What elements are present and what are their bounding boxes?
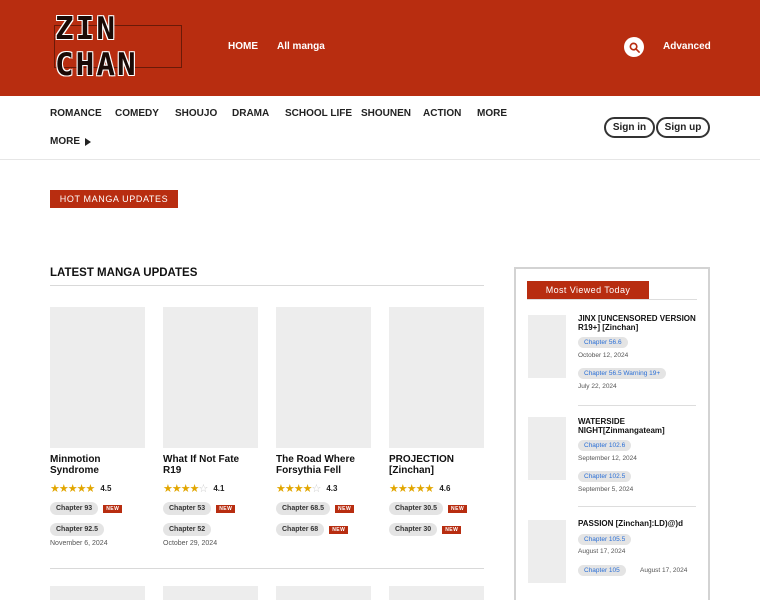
most-viewed-chapter-link[interactable]: Chapter 102.6	[578, 440, 632, 451]
manga-title-link[interactable]: PROJECTION [Zinchan]	[389, 454, 484, 476]
nav-home-link[interactable]: HOME	[228, 41, 258, 52]
manga-card: What If Not Fate R19 ★★★★☆ 4.1 Chapter 53…	[163, 307, 258, 547]
most-viewed-date: August 17, 2024	[640, 567, 688, 574]
new-badge: NEW	[448, 504, 468, 513]
most-viewed-date: July 22, 2024	[578, 383, 617, 390]
new-badge: NEW	[216, 504, 236, 513]
genre-more[interactable]: MORE	[477, 108, 507, 119]
most-viewed-separator	[578, 405, 696, 406]
new-badge: NEW	[329, 525, 349, 534]
genre-shoujo[interactable]: SHOUJO	[175, 108, 217, 119]
star-rating-icon: ★★★★★	[389, 482, 434, 495]
genre-school-life[interactable]: SCHOOL LIFE	[285, 108, 352, 119]
genre-comedy[interactable]: COMEDY	[115, 108, 159, 119]
chapter-link[interactable]: Chapter 68.5	[276, 502, 331, 515]
logo-text: ZIN CHAN	[55, 10, 138, 83]
most-viewed-chapter-link[interactable]: Chapter 56.6	[578, 337, 628, 348]
latest-bottom-divider	[50, 568, 484, 569]
most-viewed-chapter-link[interactable]: Chapter 105	[578, 565, 626, 576]
manga-thumbnail[interactable]	[163, 586, 258, 600]
sign-up-button[interactable]: Sign up	[656, 117, 710, 138]
most-viewed-date: September 12, 2024	[578, 455, 637, 462]
nav-all-manga-link[interactable]: All manga	[277, 41, 325, 52]
most-viewed-chapter-link[interactable]: Chapter 105.5	[578, 534, 632, 545]
most-viewed-date: August 17, 2024	[578, 548, 626, 555]
latest-updates-title: LATEST MANGA UPDATES	[50, 267, 198, 279]
most-viewed-title-link[interactable]: PASSION [Zinchan]:LD)@)d	[578, 519, 696, 528]
most-viewed-title-link[interactable]: JINX [UNCENSORED VERSION R19+] [Zinchan]	[578, 314, 696, 332]
manga-title-link[interactable]: What If Not Fate R19	[163, 454, 258, 476]
manga-title-link[interactable]: The Road Where Forsythia Fell	[276, 454, 371, 476]
search-icon	[629, 42, 640, 53]
update-date: October 29, 2024	[163, 540, 218, 547]
nav-divider	[0, 159, 760, 160]
chapter-link[interactable]: Chapter 53	[163, 502, 212, 515]
manga-thumbnail[interactable]	[163, 307, 258, 448]
chapter-link[interactable]: Chapter 30.5	[389, 502, 444, 515]
search-button[interactable]	[624, 37, 644, 57]
manga-card: PROJECTION [Zinchan] ★★★★★ 4.6 Chapter 30…	[389, 307, 484, 536]
manga-thumbnail[interactable]	[50, 307, 145, 448]
most-viewed-thumbnail[interactable]	[528, 315, 566, 378]
update-date: November 6, 2024	[50, 540, 108, 547]
genre-romance[interactable]: ROMANCE	[50, 108, 102, 119]
sign-in-button[interactable]: Sign in	[604, 117, 655, 138]
chapter-link[interactable]: Chapter 92.5	[50, 523, 105, 536]
manga-thumbnail[interactable]	[389, 586, 484, 600]
manga-card: The Road Where Forsythia Fell ★★★★☆ 4.3 C…	[276, 307, 371, 536]
chapter-link[interactable]: Chapter 68	[276, 523, 325, 536]
star-rating-icon: ★★★★☆	[163, 482, 208, 495]
most-viewed-chapter-link[interactable]: Chapter 102.5	[578, 471, 632, 482]
manga-rating: ★★★★★ 4.6	[389, 482, 484, 495]
most-viewed-chapter-link[interactable]: Chapter 56.5 Warning 19+	[578, 368, 667, 379]
genre-drama[interactable]: DRAMA	[232, 108, 269, 119]
rating-score: 4.3	[326, 483, 338, 493]
most-viewed-label: Most Viewed Today	[527, 281, 649, 299]
manga-rating: ★★★★☆ 4.1	[163, 482, 258, 495]
most-viewed-thumbnail[interactable]	[528, 417, 566, 480]
manga-thumbnail[interactable]	[276, 586, 371, 600]
manga-thumbnail[interactable]	[276, 307, 371, 448]
most-viewed-date: September 5, 2024	[578, 486, 634, 493]
genre-action[interactable]: ACTION	[423, 108, 461, 119]
manga-card: Minmotion Syndrome ★★★★★ 4.5 Chapter 93 NE…	[50, 307, 145, 547]
star-rating-icon: ★★★★★	[50, 482, 95, 495]
most-viewed-date: October 12, 2024	[578, 352, 629, 359]
new-badge: NEW	[103, 504, 123, 513]
latest-divider	[50, 285, 484, 286]
chapter-link[interactable]: Chapter 52	[163, 523, 212, 536]
chapter-link[interactable]: Chapter 93	[50, 502, 99, 515]
most-viewed-divider	[527, 299, 697, 300]
more-menu-label: MORE	[50, 136, 80, 147]
chapter-link[interactable]: Chapter 30	[389, 523, 438, 536]
new-badge: NEW	[335, 504, 355, 513]
triangle-right-icon	[85, 137, 91, 146]
manga-title-link[interactable]: Minmotion Syndrome	[50, 454, 145, 476]
manga-thumbnail[interactable]	[389, 307, 484, 448]
genre-shounen[interactable]: SHOUNEN	[361, 108, 411, 119]
most-viewed-separator	[578, 506, 696, 507]
rating-score: 4.5	[100, 483, 112, 493]
rating-score: 4.1	[213, 483, 225, 493]
manga-rating: ★★★★★ 4.5	[50, 482, 145, 495]
advanced-search-link[interactable]: Advanced	[663, 41, 711, 52]
manga-rating: ★★★★☆ 4.3	[276, 482, 371, 495]
star-rating-icon: ★★★★☆	[276, 482, 321, 495]
new-badge: NEW	[442, 525, 462, 534]
hot-manga-updates-label: HOT MANGA UPDATES	[50, 190, 178, 208]
more-menu-toggle[interactable]: MORE	[50, 136, 91, 147]
manga-thumbnail[interactable]	[50, 586, 145, 600]
rating-score: 4.6	[439, 483, 451, 493]
most-viewed-title-link[interactable]: WATERSIDE NIGHT[Zinmangateam]	[578, 417, 696, 435]
site-logo[interactable]: ZIN CHAN	[54, 11, 182, 83]
most-viewed-thumbnail[interactable]	[528, 520, 566, 583]
